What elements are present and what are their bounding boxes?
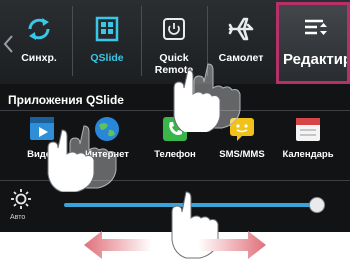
power-remote-icon bbox=[163, 18, 185, 40]
edit-sliders-icon bbox=[305, 19, 327, 35]
qslide-label: QSlide bbox=[90, 52, 124, 64]
qslide-app-calendar[interactable]: Календарь bbox=[276, 114, 340, 174]
sync-icon bbox=[28, 18, 50, 40]
calendar-icon bbox=[296, 118, 320, 141]
qslide-toggle[interactable]: QSlide bbox=[74, 0, 140, 80]
swipe-left-arrow-icon bbox=[84, 231, 152, 259]
brightness-slider-thumb[interactable] bbox=[309, 197, 325, 213]
swipe-hand-icon bbox=[173, 63, 241, 132]
app-label: Телефон bbox=[154, 149, 196, 160]
swipe-right-arrow-icon bbox=[198, 231, 266, 259]
brightness-icon[interactable] bbox=[10, 188, 32, 210]
auto-brightness-label: Авто bbox=[10, 214, 26, 221]
edit-label: Редактир bbox=[283, 51, 350, 68]
edit-button[interactable]: Редактир bbox=[276, 2, 350, 84]
sync-toggle[interactable]: Синхр. bbox=[8, 0, 70, 80]
sync-label: Синхр. bbox=[21, 52, 57, 64]
qslide-icon bbox=[95, 16, 119, 42]
app-label: SMS/MMS bbox=[219, 149, 265, 160]
airplane-icon bbox=[228, 17, 254, 41]
qslide-section-title: Приложения QSlide bbox=[8, 93, 124, 107]
tap-hand-icon bbox=[47, 125, 117, 192]
app-label: Календарь bbox=[282, 149, 334, 160]
divider bbox=[72, 6, 73, 76]
